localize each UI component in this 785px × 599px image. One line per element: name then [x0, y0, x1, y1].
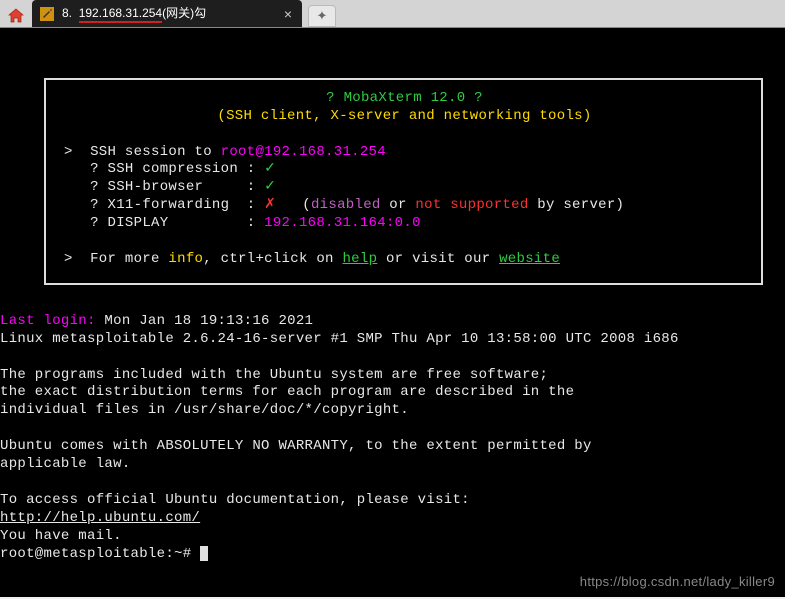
website-link[interactable]: website	[499, 251, 560, 267]
x-icon: ✗	[264, 197, 276, 213]
help-url[interactable]: http://help.ubuntu.com/	[0, 510, 200, 526]
help-link[interactable]: help	[342, 251, 377, 267]
ssh-session-line: > SSH session to	[64, 144, 221, 160]
tab-bar: 8. 192.168.31.254(网关)勾 × ✦	[0, 0, 785, 28]
mail-line: You have mail.	[0, 528, 122, 544]
check-icon: ✓	[264, 179, 276, 195]
uname-line: Linux metasploitable 2.6.24-16-server #1…	[0, 331, 679, 347]
banner-subtitle: (SSH client, X-server and networking too…	[217, 108, 591, 124]
tool-icon	[40, 7, 54, 21]
terminal[interactable]: ? MobaXterm 12.0 ? (SSH client, X-server…	[0, 28, 785, 597]
check-icon: ✓	[264, 161, 276, 177]
tab-label: 8. 192.168.31.254(网关)勾	[62, 4, 206, 23]
home-icon[interactable]	[4, 5, 28, 27]
ssh-browser-row: ? SSH-browser :	[90, 179, 264, 195]
watermark: https://blog.csdn.net/lady_killer9	[580, 574, 775, 591]
new-tab-button[interactable]: ✦	[308, 5, 336, 27]
cursor	[200, 546, 208, 561]
x11-row: ? X11-forwarding :	[90, 197, 264, 213]
terminal-output: Last login: Mon Jan 18 19:13:16 2021 Lin…	[0, 303, 785, 564]
banner-box: ? MobaXterm 12.0 ? (SSH client, X-server…	[44, 78, 763, 285]
more-info-line: > For more	[64, 251, 168, 267]
ssh-compression-row: ? SSH compression :	[90, 161, 264, 177]
last-login: Last login:	[0, 313, 96, 329]
banner-title: ?	[326, 90, 343, 106]
active-tab[interactable]: 8. 192.168.31.254(网关)勾 ×	[32, 0, 302, 27]
shell-prompt: root@metasploitable:~#	[0, 546, 200, 562]
close-icon[interactable]: ×	[284, 6, 292, 22]
display-row: ? DISPLAY :	[90, 215, 264, 231]
